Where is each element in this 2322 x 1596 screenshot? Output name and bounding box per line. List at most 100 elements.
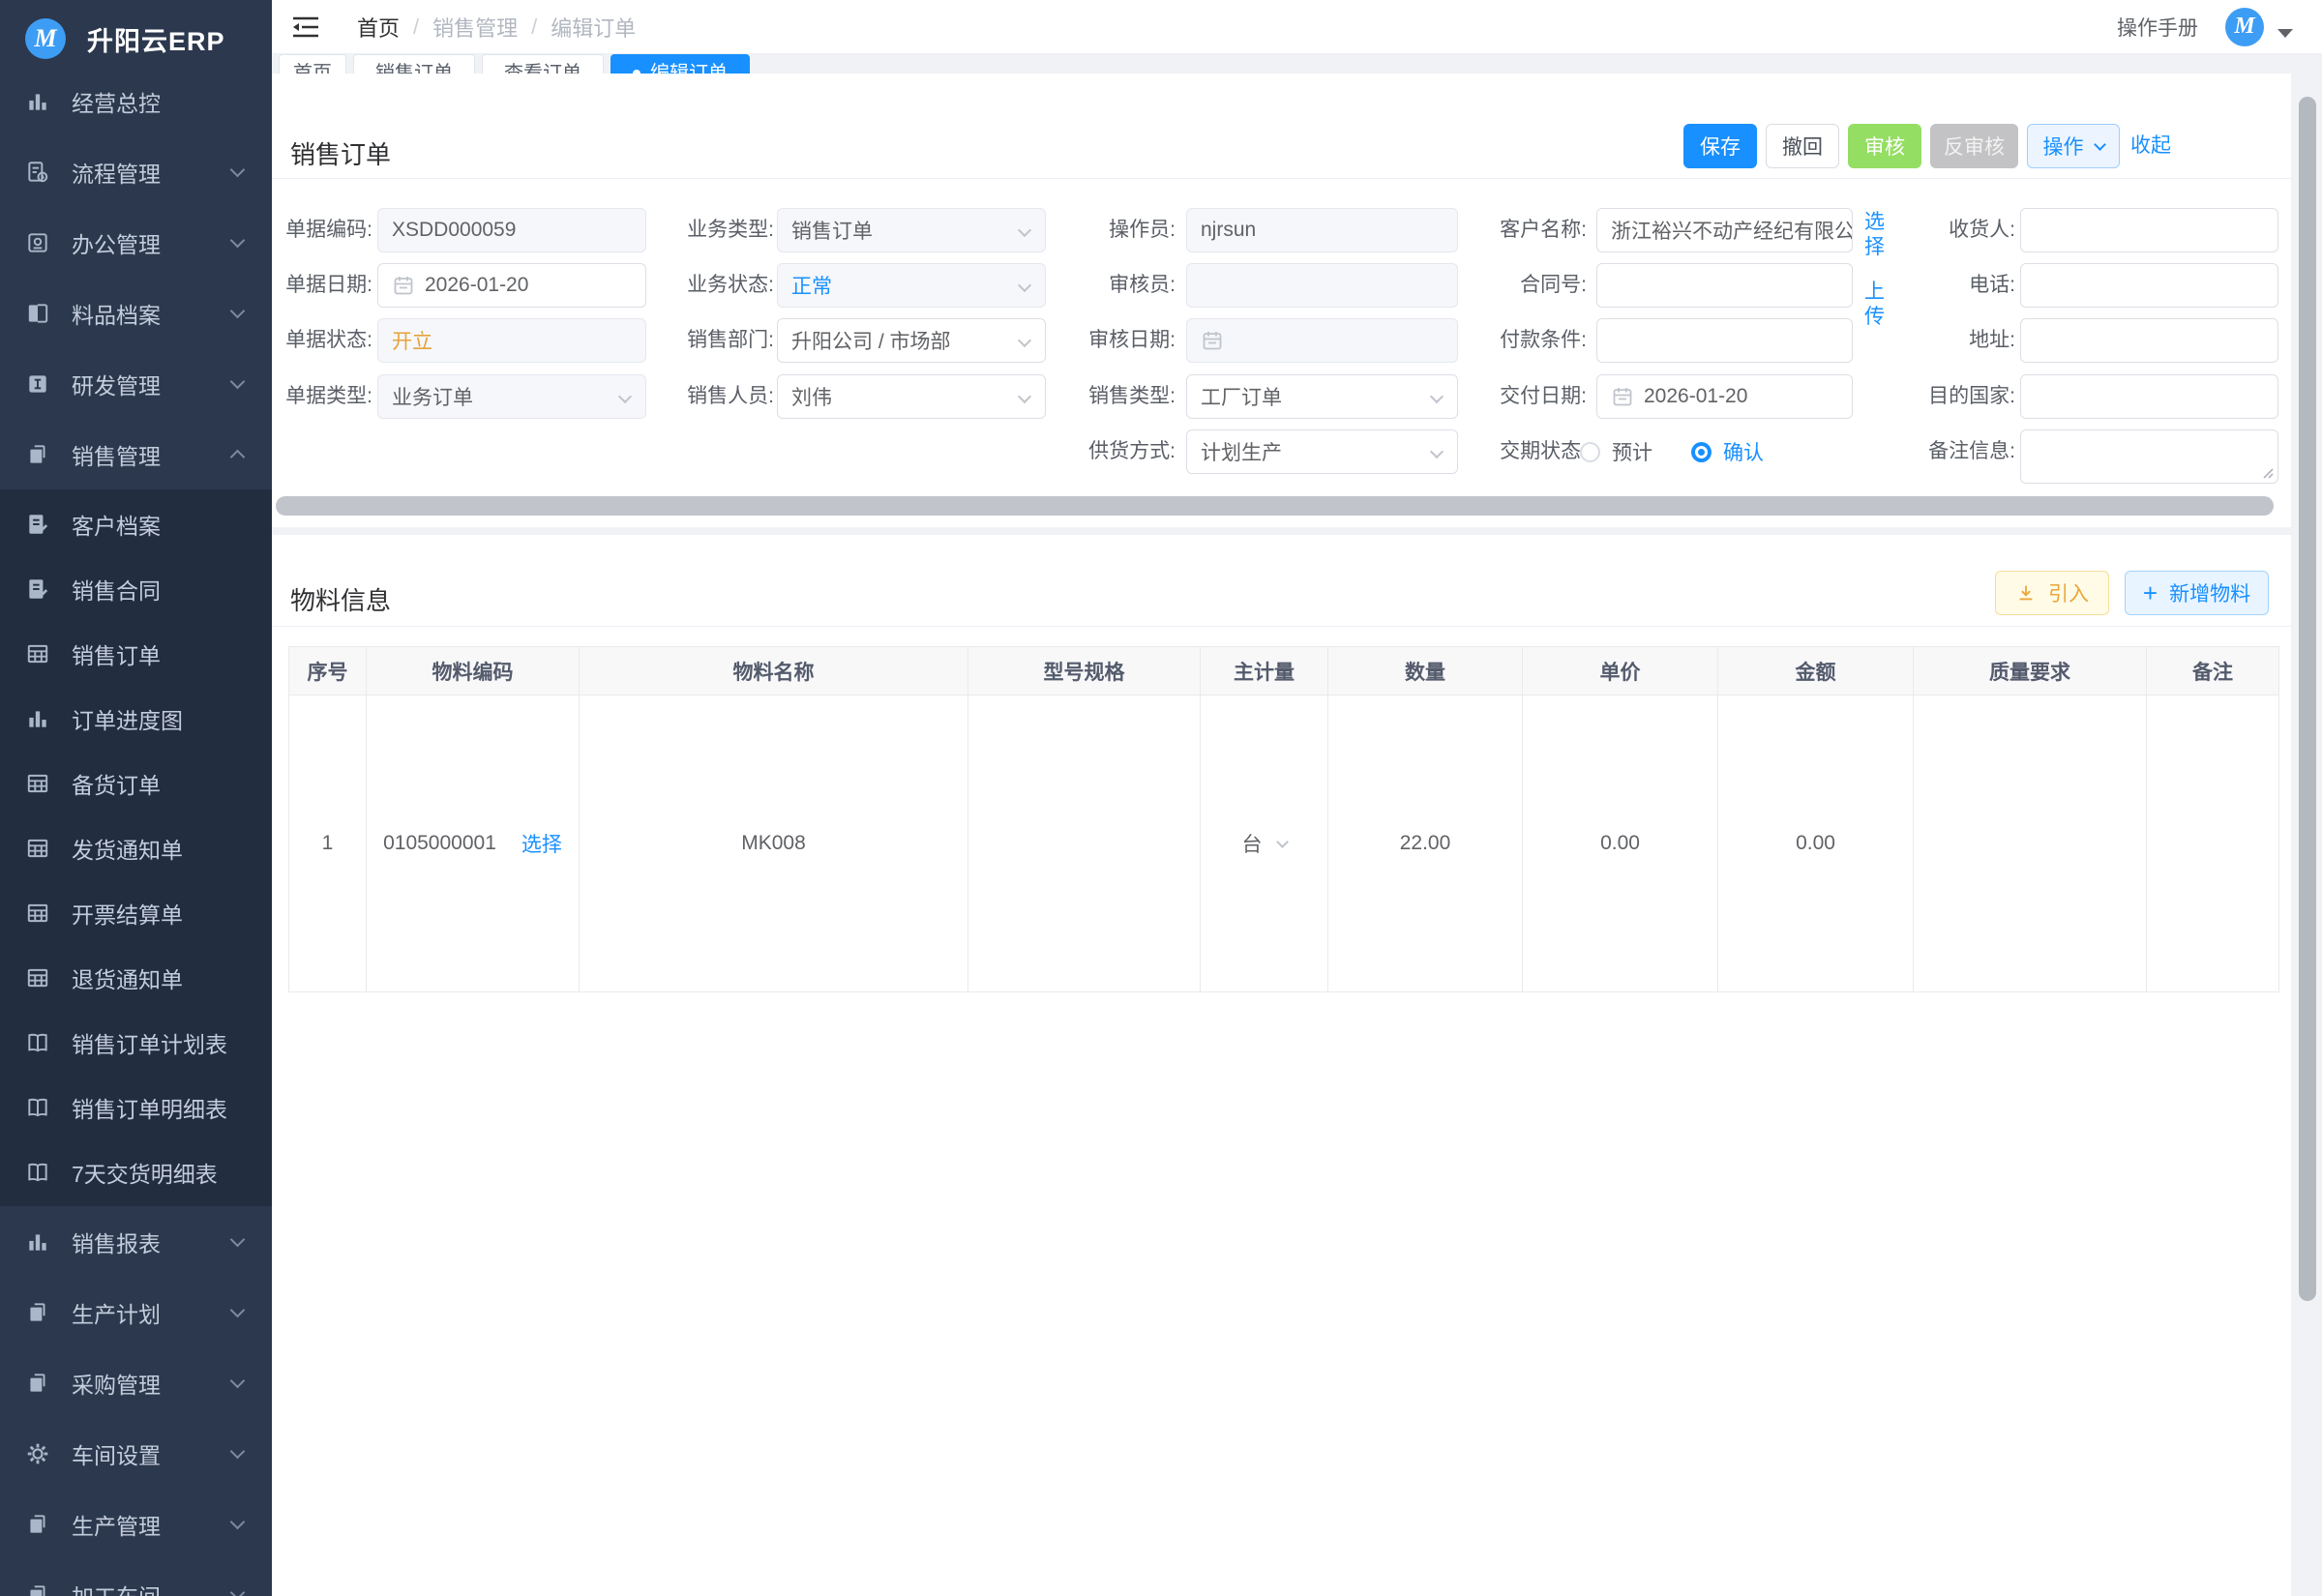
doc-date-input[interactable]: 2026-01-20 [377,263,646,308]
manual-link[interactable]: 操作手册 [2117,13,2198,42]
sales-type-select[interactable]: 工厂订单 [1186,374,1458,419]
collapse-link[interactable]: 收起 [2130,130,2171,159]
cell-quality[interactable] [1914,695,2147,992]
unaudit-button[interactable]: 反审核 [1930,124,2018,168]
sidebar-item-research[interactable]: 研发管理 [0,348,272,419]
audit-date-input[interactable] [1186,318,1458,363]
auditor-input[interactable] [1186,263,1458,308]
avatar[interactable]: M [2225,8,2264,46]
biz-type-select[interactable]: 销售订单 [777,208,1046,252]
pages-icon [25,1371,50,1396]
sidebar-item-dashboard[interactable]: 经营总控 [0,66,272,136]
doc-type-select[interactable]: 业务订单 [377,374,646,419]
sidebar-item-sales[interactable]: 销售管理 [0,419,272,489]
customer-input[interactable]: 浙江裕兴不动产经纪有限公司 [1596,208,1853,252]
receiver-input[interactable] [2020,208,2278,252]
doc-date-label: 单据日期: [272,263,372,308]
cell-price[interactable]: 0.00 [1523,695,1718,992]
remark-textarea[interactable] [2020,429,2278,484]
flow-doc-icon [25,160,50,185]
sidebar-item-materials-archive[interactable]: 料品档案 [0,278,272,348]
cell-amount: 0.00 [1718,695,1914,992]
biz-type-label: 业务类型: [673,208,774,252]
horizontal-scrollbar-thumb[interactable] [276,496,2274,516]
chevron-down-icon [1276,836,1289,848]
actions-dropdown-button[interactable]: 操作 [2027,124,2120,168]
sidebar-item-workshop-settings[interactable]: 车间设置 [0,1418,272,1489]
sidebar-item-order-detail-report[interactable]: 销售订单明细表 [0,1075,272,1139]
sidebar-item-order-progress[interactable]: 订单进度图 [0,686,272,751]
sidebar-item-order-plan-report[interactable]: 销售订单计划表 [0,1010,272,1075]
chevron-down-icon [2094,138,2106,151]
radio-confirm-label[interactable]: 确认 [1723,437,1764,466]
payment-terms-input[interactable] [1596,318,1853,363]
open-book-icon [25,1160,50,1185]
sidebar-item-stock-order[interactable]: 备货订单 [0,751,272,815]
sidebar-item-sales-contract[interactable]: 销售合同 [0,556,272,621]
office-icon [25,230,50,255]
import-button[interactable]: 引入 [1995,571,2109,615]
doc-code-input[interactable]: XSDD000059 [377,208,646,252]
supply-mode-select[interactable]: 计划生产 [1186,429,1458,474]
top-header: 首页 / 销售管理 / 编辑订单 操作手册 M [272,0,2322,54]
operator-input[interactable]: njrsun [1186,208,1458,252]
chevron-down-icon [230,233,246,249]
sidebar-item-7day-delivery-report[interactable]: 7天交货明细表 [0,1139,272,1204]
cell-spec[interactable] [968,695,1201,992]
sidebar-item-sales-report[interactable]: 销售报表 [0,1206,272,1277]
table-icon [25,771,50,796]
revoke-button[interactable]: 撤回 [1766,124,1839,168]
user-dropdown-caret-icon[interactable] [2277,29,2293,38]
radio-estimate-label[interactable]: 预计 [1612,437,1652,466]
cell-remark[interactable] [2147,695,2279,992]
app-title: 升阳云ERP [87,20,225,58]
bar-chart-icon [25,706,50,731]
radio-confirm[interactable] [1691,442,1712,462]
chevron-down-icon [1430,390,1444,403]
menu-fold-icon[interactable] [291,15,320,40]
open-book-icon [25,1095,50,1120]
col-seq: 序号 [289,647,367,695]
sales-dept-select[interactable]: 升阳公司 / 市场部 [777,318,1046,363]
sidebar-item-invoice-settlement[interactable]: 开票结算单 [0,880,272,945]
breadcrumb-section[interactable]: 销售管理 [432,12,518,43]
form-horizontal-scrollbar [272,493,2291,518]
cell-name[interactable]: MK008 [580,695,968,992]
audit-button[interactable]: 审核 [1848,124,1921,168]
phone-label: 电话: [1849,263,2015,308]
col-unit: 主计量 [1201,647,1328,695]
radio-estimate[interactable] [1580,442,1600,462]
resize-handle-icon[interactable] [2259,464,2275,480]
cell-qty[interactable]: 22.00 [1328,695,1523,992]
doc-status-input[interactable]: 开立 [377,318,646,363]
supply-mode-label: 供货方式: [1075,429,1176,474]
material-select-link[interactable]: 选择 [521,829,562,858]
sidebar-item-return-notice[interactable]: 退货通知单 [0,945,272,1010]
biz-status-select[interactable]: 正常 [777,263,1046,308]
calendar-icon [1611,385,1634,408]
sidebar-item-customer-archive[interactable]: 客户档案 [0,491,272,556]
cell-code: 0105000001 选择 [367,695,580,992]
contract-no-input[interactable] [1596,263,1853,308]
sidebar-item-purchasing[interactable]: 采购管理 [0,1347,272,1418]
save-button[interactable]: 保存 [1683,124,1757,168]
phone-input[interactable] [2020,263,2278,308]
address-input[interactable] [2020,318,2278,363]
sidebar-item-machining-workshop[interactable]: 加工车间 [0,1559,272,1596]
sidebar-item-sales-order[interactable]: 销售订单 [0,621,272,686]
sidebar-item-office[interactable]: 办公管理 [0,207,272,278]
address-label: 地址: [1849,318,2015,363]
dest-country-input[interactable] [2020,374,2278,419]
sidebar-item-process[interactable]: 流程管理 [0,136,272,207]
page-vertical-scrollbar-thumb[interactable] [2299,97,2316,1301]
sidebar-item-shipping-notice[interactable]: 发货通知单 [0,815,272,880]
sidebar-item-production-management[interactable]: 生产管理 [0,1489,272,1559]
table-icon [25,965,50,990]
delivery-date-input[interactable]: 2026-01-20 [1596,374,1853,419]
breadcrumb-home[interactable]: 首页 [357,12,400,43]
unit-select[interactable]: 台 [1201,829,1327,858]
sales-person-select[interactable]: 刘伟 [777,374,1046,419]
sidebar-item-production-plan[interactable]: 生产计划 [0,1277,272,1347]
add-material-button[interactable]: + 新增物料 [2125,571,2269,615]
chevron-down-icon [618,390,632,403]
